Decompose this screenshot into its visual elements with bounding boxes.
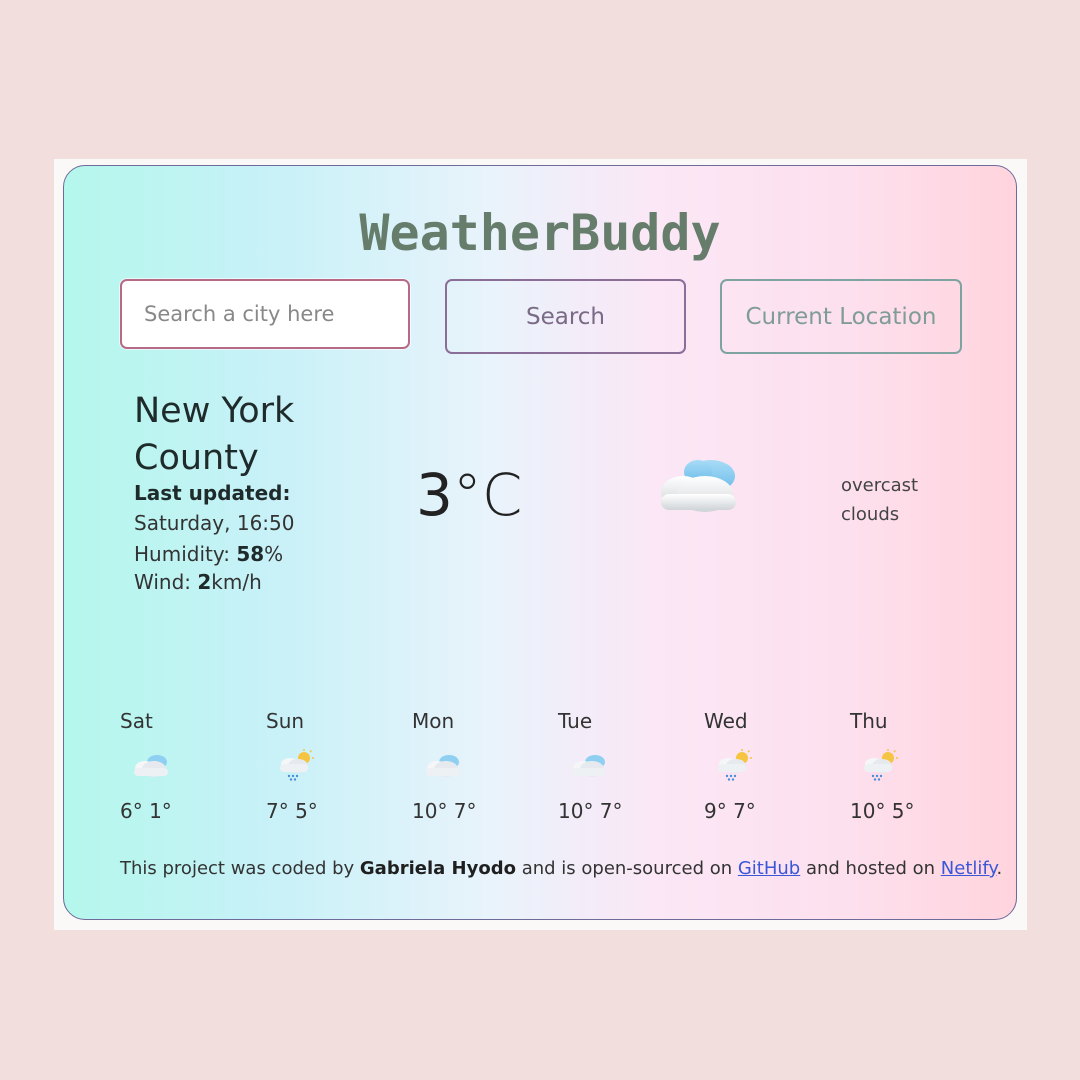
rain-sun-cloud-icon: [276, 749, 316, 781]
footer-middle: and is open-sourced on: [515, 858, 738, 879]
forecast-temperatures: 6° 1°: [120, 799, 172, 823]
forecast-temperatures: 10° 7°: [558, 799, 623, 823]
forecast-day-name: Tue: [558, 709, 593, 733]
wind-value: 2: [197, 570, 212, 594]
wind-label: Wind:: [134, 570, 198, 594]
forecast-day: Mon 10° 7°: [412, 709, 532, 823]
footer-middle2: and hosted on: [800, 858, 941, 879]
github-link[interactable]: GitHub: [738, 858, 800, 879]
rain-sun-cloud-icon: [860, 749, 900, 781]
forecast-day: Sat 6° 1°: [120, 709, 240, 823]
last-updated-label: Last updated:: [134, 481, 291, 505]
cloud-icon: [568, 749, 608, 781]
forecast-day: Sun 7° 5°: [266, 709, 386, 823]
weather-description: overcast clouds: [841, 475, 919, 525]
footer-author: Gabriela Hyodo: [359, 858, 516, 879]
cloud-icon: [130, 749, 170, 781]
forecast-day: Thu 10° 5°: [850, 709, 970, 823]
forecast-day: Tue 10° 7°: [558, 709, 678, 823]
humidity-text: Humidity: 58%: [134, 542, 283, 566]
forecast-day-name: Mon: [412, 709, 455, 733]
city-name: New York County: [134, 391, 295, 478]
footer-credit: This project was coded by Gabriela Hyodo…: [120, 858, 1002, 879]
cloud-icon: [422, 749, 462, 781]
wind-unit: km/h: [211, 570, 262, 594]
forecast-day-name: Sat: [120, 709, 153, 733]
last-updated-time: Saturday, 16:50: [134, 511, 295, 535]
footer-suffix: .: [996, 858, 1003, 879]
forecast-temperatures: 9° 7°: [704, 799, 756, 823]
current-temperature: 3°C: [416, 461, 522, 529]
forecast-day-name: Sun: [266, 709, 305, 733]
forecast-day: Wed 9° 7°: [704, 709, 824, 823]
forecast-day-name: Thu: [850, 709, 888, 733]
wind-text: Wind: 2km/h: [134, 570, 262, 594]
city-search-input[interactable]: [120, 279, 410, 349]
forecast-temperatures: 7° 5°: [266, 799, 318, 823]
forecast-temperatures: 10° 7°: [412, 799, 477, 823]
current-location-button[interactable]: Current Location: [720, 279, 962, 354]
forecast-temperatures: 10° 5°: [850, 799, 915, 823]
humidity-unit: %: [264, 542, 284, 566]
weather-card: WeatherBuddy Search Current Location New…: [63, 165, 1017, 920]
search-button[interactable]: Search: [445, 279, 686, 354]
humidity-label: Humidity:: [134, 542, 237, 566]
netlify-link[interactable]: Netlify: [941, 858, 997, 879]
cloud-icon: [661, 460, 736, 512]
humidity-value: 58: [236, 542, 265, 566]
temperature-unit: °C: [452, 461, 523, 529]
temperature-value: 3: [416, 461, 453, 529]
rain-sun-cloud-icon: [714, 749, 754, 781]
app-title: WeatherBuddy: [359, 204, 721, 262]
forecast-day-name: Wed: [704, 709, 748, 733]
footer-prefix: This project was coded by: [120, 858, 360, 879]
